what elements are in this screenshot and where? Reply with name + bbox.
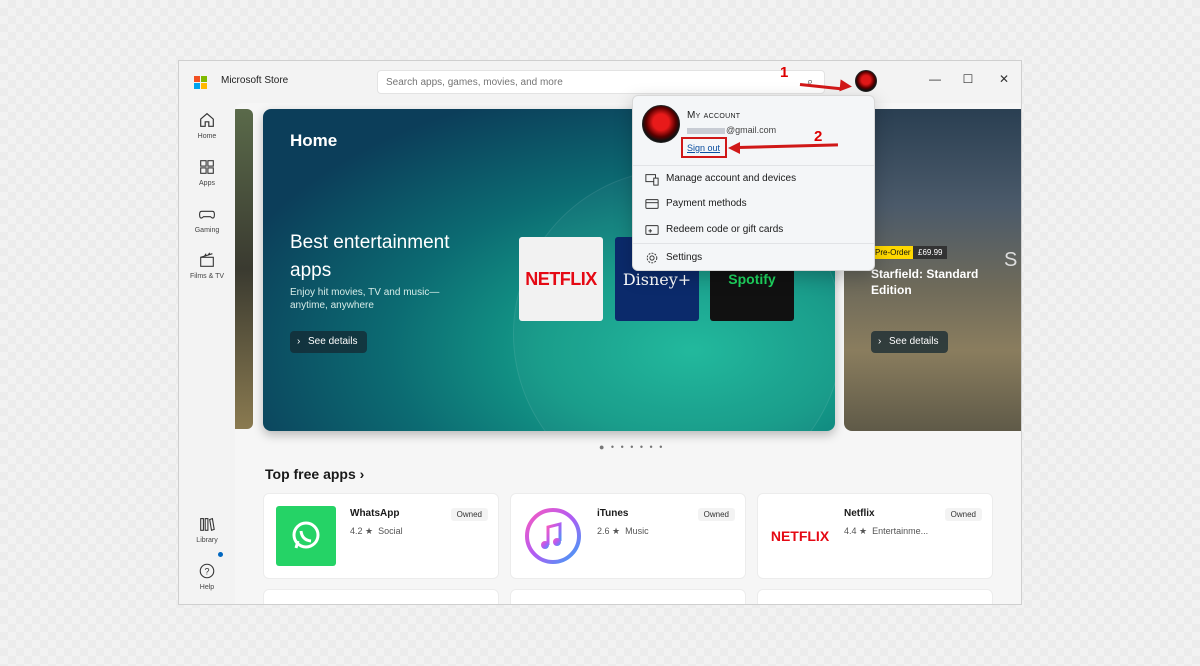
hero-description: Enjoy hit movies, TV and music—anytime, … — [290, 287, 440, 311]
app-card-partial[interactable] — [757, 589, 993, 604]
app-card-partial[interactable] — [510, 589, 746, 604]
preorder-badge: Pre-Order — [871, 246, 915, 259]
title-bar: Microsoft Store ⌕ — ☐ ✕ — [179, 61, 1021, 103]
sidebar-item-label: Gaming — [194, 227, 220, 234]
whatsapp-icon — [276, 506, 336, 566]
app-window: Microsoft Store ⌕ — ☐ ✕ Home Apps Gaming… — [178, 60, 1022, 605]
account-email: @gmail.com — [687, 125, 776, 135]
devices-icon — [645, 174, 659, 186]
sidebar-item-help[interactable]: ? Help — [179, 562, 235, 591]
account-avatar-button[interactable] — [855, 70, 877, 92]
library-update-badge — [218, 552, 223, 557]
sidebar-item-label: Library — [196, 537, 218, 544]
account-menu-title: My account — [687, 110, 741, 121]
owned-badge: Owned — [450, 508, 488, 521]
app-card-whatsapp[interactable]: WhatsApp 4.2 ★ Social Owned — [263, 493, 499, 579]
menu-divider — [633, 243, 874, 244]
app-title: Microsoft Store — [221, 75, 289, 86]
sidebar-item-label: Home — [197, 133, 217, 140]
sidebar-item-library[interactable]: Library — [179, 515, 235, 544]
hero-see-details-button[interactable]: › See details — [290, 331, 368, 353]
app-card-itunes[interactable]: iTunes 2.6 ★ Music Owned — [510, 493, 746, 579]
app-name: iTunes — [597, 508, 629, 519]
redacted-email-mask — [687, 127, 725, 134]
svg-text:?: ? — [204, 567, 209, 577]
owned-badge: Owned — [944, 508, 982, 521]
netflix-icon: NETFLIX — [770, 506, 830, 566]
menu-item-settings[interactable]: Settings — [633, 246, 874, 270]
clapperboard-icon — [200, 252, 214, 267]
search-input[interactable] — [377, 70, 825, 94]
annotation-step-1: 1 — [780, 64, 789, 81]
app-meta: 4.4 ★ Entertainme... — [844, 526, 929, 536]
menu-item-redeem-code[interactable]: Redeem code or gift cards — [633, 218, 874, 242]
app-name: WhatsApp — [350, 508, 400, 519]
carousel-indicator[interactable]: ● • • • • • • — [599, 442, 664, 452]
annotation-highlight-box — [681, 137, 727, 158]
chevron-right-icon: › — [878, 336, 882, 347]
sidebar-item-apps[interactable]: Apps — [179, 158, 235, 187]
account-avatar — [642, 105, 680, 143]
owned-badge: Owned — [697, 508, 735, 521]
gear-icon — [646, 252, 658, 264]
sidebar-item-gaming[interactable]: Gaming — [179, 205, 235, 234]
sidebar-item-label: Help — [199, 584, 215, 591]
hero-previous-slide[interactable] — [235, 109, 253, 429]
app-card-partial[interactable] — [263, 589, 499, 604]
minimize-button[interactable]: — — [923, 69, 947, 89]
close-button[interactable]: ✕ — [992, 69, 1016, 89]
section-title-top-free[interactable]: Top free apps › — [265, 466, 364, 482]
menu-divider — [633, 165, 874, 166]
hero-next-title: Starfield: Standard Edition — [871, 267, 979, 297]
partial-title: S — [1004, 249, 1018, 271]
account-menu: My account @gmail.com Sign out Manage ac… — [632, 95, 875, 271]
credit-card-icon — [645, 199, 659, 209]
sidebar-item-label: Apps — [199, 180, 215, 187]
main-content: Home Best entertainment apps Enjoy hit m… — [235, 103, 1021, 604]
app-meta: 4.2 ★ Social — [350, 526, 403, 536]
sidebar-item-home[interactable]: Home — [179, 111, 235, 140]
sidebar: Home Apps Gaming Films & TV Library ? He… — [179, 103, 235, 604]
hero-title: Best entertainment apps — [290, 232, 450, 281]
library-icon — [200, 517, 215, 532]
sidebar-item-label: Films & TV — [189, 273, 225, 280]
menu-item-manage-account[interactable]: Manage account and devices — [633, 167, 874, 191]
price-badge: £69.99 — [913, 246, 948, 259]
chevron-right-icon: › — [297, 336, 301, 347]
chevron-right-icon: › — [359, 466, 365, 482]
app-meta: 2.6 ★ Music — [597, 526, 649, 536]
home-icon — [200, 112, 214, 127]
maximize-button[interactable]: ☐ — [956, 69, 980, 89]
app-name: Netflix — [844, 508, 875, 519]
netflix-tile[interactable]: NETFLIX — [519, 237, 603, 321]
annotation-step-2: 2 — [814, 128, 823, 145]
gamepad-icon — [199, 210, 215, 219]
apps-icon — [200, 160, 214, 174]
menu-item-payment-methods[interactable]: Payment methods — [633, 192, 874, 216]
store-logo-icon — [194, 76, 207, 89]
itunes-icon — [523, 506, 583, 566]
page-title: Home — [290, 131, 338, 150]
sidebar-item-films-tv[interactable]: Films & TV — [179, 251, 235, 280]
app-card-netflix[interactable]: NETFLIX Netflix 4.4 ★ Entertainme... Own… — [757, 493, 993, 579]
annotation-arrowhead-1 — [839, 79, 853, 93]
gift-card-icon — [645, 225, 659, 235]
hero-next-see-details-button[interactable]: › See details — [871, 331, 949, 353]
help-icon: ? — [199, 563, 215, 579]
